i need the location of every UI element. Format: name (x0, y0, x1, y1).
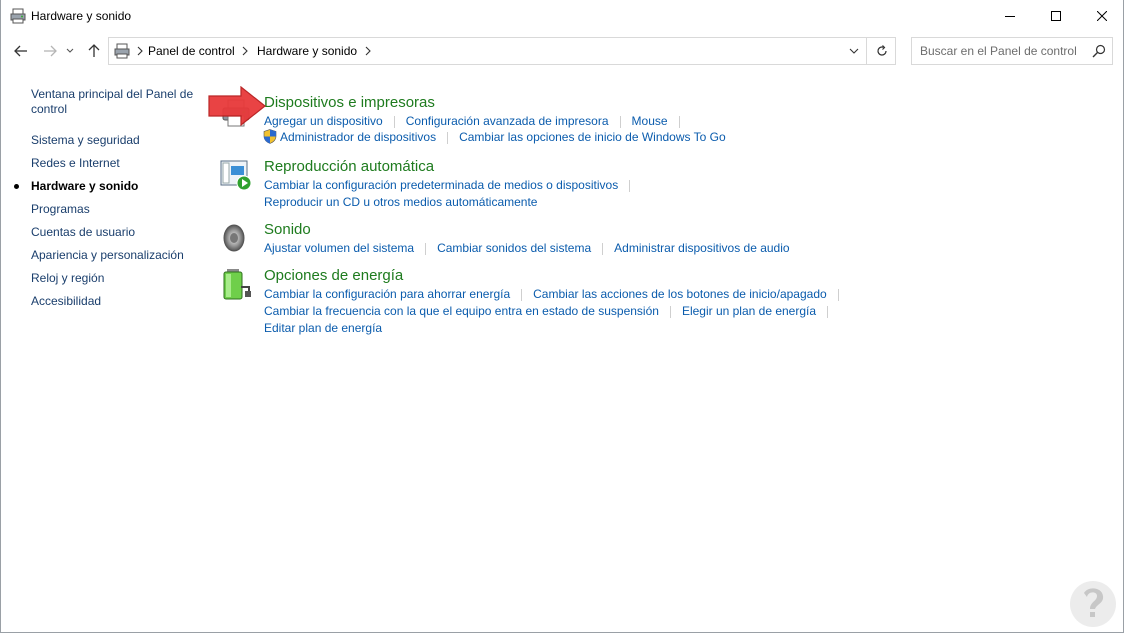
close-button[interactable] (1079, 0, 1125, 32)
control-panel-window: Hardware y sonido Panel de control Hardw… (0, 0, 1124, 633)
minimize-icon (1005, 16, 1015, 17)
link-row: Cambiar la configuración para ahorrar en… (264, 287, 850, 301)
link-add-device[interactable]: Agregar un dispositivo (264, 114, 383, 128)
link-choose-power-plan[interactable]: Elegir un plan de energía (682, 304, 816, 318)
link-edit-power-plan[interactable]: Editar plan de energía (264, 321, 382, 335)
link-row: Agregar un dispositivo Configuración avan… (264, 114, 691, 128)
link-sleep-frequency[interactable]: Cambiar la frecuencia con la que el equi… (264, 304, 659, 318)
link-play-cd-automatically[interactable]: Reproducir un CD u otros medios automáti… (264, 195, 537, 209)
title-bar: Hardware y sonido (1, 0, 1125, 32)
category-title-sound[interactable]: Sonido (264, 221, 311, 238)
link-mouse[interactable]: Mouse (632, 114, 668, 128)
link-separator (669, 305, 671, 318)
link-row: Cambiar la frecuencia con la que el equi… (264, 304, 839, 318)
link-row: Cambiar la configuración predeterminada … (264, 178, 641, 192)
link-separator (393, 115, 395, 128)
link-autoplay-defaults[interactable]: Cambiar la configuración predeterminada … (264, 178, 618, 192)
uac-shield-icon (263, 129, 277, 145)
link-row: Administrador de dispositivos Cambiar las… (263, 129, 726, 145)
link-separator (447, 131, 449, 144)
link-row: Reproducir un CD u otros medios automáti… (264, 195, 537, 209)
nav-item-network-internet[interactable]: Redes e Internet (31, 156, 120, 171)
link-separator (629, 179, 631, 192)
link-row: Ajustar volumen del sistema Cambiar sonid… (264, 241, 790, 255)
nav-item-clock-region[interactable]: Reloj y región (31, 271, 104, 286)
breadcrumb-chevron-icon[interactable] (363, 45, 373, 57)
search-icon[interactable] (1092, 44, 1106, 58)
current-item-bullet (14, 184, 19, 189)
refresh-button[interactable] (866, 38, 896, 64)
link-row: Editar plan de energía (264, 321, 382, 335)
refresh-icon (876, 45, 887, 56)
minimize-button[interactable] (987, 0, 1033, 32)
control-panel-app-icon (10, 8, 26, 24)
battery-icon[interactable] (219, 267, 253, 301)
link-separator (425, 242, 427, 255)
recent-locations-button[interactable] (63, 40, 77, 62)
chevron-down-icon (66, 48, 74, 53)
up-button[interactable] (83, 40, 105, 62)
autoplay-icon[interactable] (219, 158, 253, 192)
link-power-button-actions[interactable]: Cambiar las acciones de los botones de i… (533, 287, 827, 301)
speaker-icon[interactable] (219, 221, 253, 255)
nav-item-user-accounts[interactable]: Cuentas de usuario (31, 225, 135, 240)
nav-item-hardware-sound[interactable]: Hardware y sonido (31, 179, 138, 194)
category-title-power-options[interactable]: Opciones de energía (264, 267, 403, 284)
maximize-icon (1051, 11, 1061, 21)
control-panel-location-icon (114, 43, 130, 59)
watermark-logo (1070, 581, 1116, 627)
link-separator (619, 115, 621, 128)
link-manage-audio-devices[interactable]: Administrar dispositivos de audio (614, 241, 789, 255)
nav-item-system-security[interactable]: Sistema y seguridad (31, 133, 140, 148)
link-separator (602, 242, 604, 255)
chevron-down-icon (849, 48, 858, 54)
navigation-bar: Panel de control Hardware y sonido (1, 32, 1125, 70)
nav-control-panel-home[interactable]: Ventana principal del Panel de control (31, 87, 196, 117)
breadcrumb-hardware-sound[interactable]: Hardware y sonido (257, 44, 357, 58)
link-change-system-sounds[interactable]: Cambiar sonidos del sistema (437, 241, 591, 255)
link-device-manager[interactable]: Administrador de dispositivos (280, 130, 436, 144)
window-title: Hardware y sonido (31, 9, 132, 23)
link-windows-to-go-options[interactable]: Cambiar las opciones de inicio de Window… (459, 130, 726, 144)
search-input[interactable] (912, 38, 1092, 64)
link-separator (837, 288, 839, 301)
close-icon (1097, 11, 1107, 21)
breadcrumb-control-panel[interactable]: Panel de control (148, 44, 235, 58)
forward-arrow-icon (44, 45, 57, 57)
category-title-devices-printers[interactable]: Dispositivos e impresoras (264, 94, 435, 111)
nav-item-programs[interactable]: Programas (31, 202, 90, 217)
maximize-button[interactable] (1033, 0, 1079, 32)
category-title-autoplay[interactable]: Reproducción automática (264, 158, 434, 175)
up-arrow-icon (88, 44, 100, 57)
link-advanced-printer-setup[interactable]: Configuración avanzada de impresora (406, 114, 609, 128)
forward-button[interactable] (39, 40, 61, 62)
breadcrumb-chevron-icon[interactable] (135, 45, 145, 57)
nav-item-accessibility[interactable]: Accesibilidad (31, 294, 101, 309)
link-separator (827, 305, 829, 318)
annotation-arrow-icon (208, 86, 266, 126)
link-adjust-volume[interactable]: Ajustar volumen del sistema (264, 241, 414, 255)
breadcrumb-chevron-icon[interactable] (240, 45, 250, 57)
link-separator (678, 115, 680, 128)
back-arrow-icon (14, 45, 27, 57)
link-separator (521, 288, 523, 301)
nav-item-appearance[interactable]: Apariencia y personalización (31, 248, 184, 263)
address-history-dropdown[interactable] (840, 38, 866, 64)
back-button[interactable] (10, 40, 32, 62)
search-box[interactable] (911, 37, 1113, 65)
link-power-saving-settings[interactable]: Cambiar la configuración para ahorrar en… (264, 287, 510, 301)
address-bar[interactable]: Panel de control Hardware y sonido (108, 37, 896, 65)
